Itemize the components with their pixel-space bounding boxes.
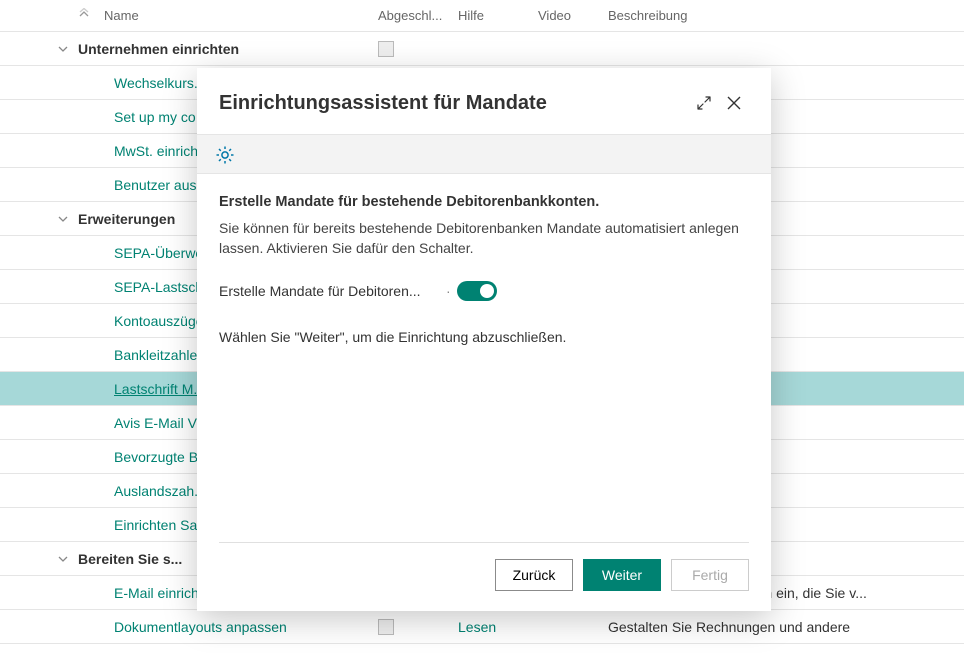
table-row[interactable]: Dokumentlayouts anpassen Lesen Gestalten S… [0, 610, 964, 644]
row-link[interactable]: Einrichten Sa... [114, 517, 209, 533]
next-button[interactable]: Weiter [583, 559, 661, 591]
help-link[interactable]: Lesen [458, 619, 538, 635]
group-row[interactable]: Unternehmen einrichten [0, 32, 964, 66]
row-description: Gestalten Sie Rechnungen und andere [608, 619, 964, 635]
setup-wizard-modal: Einrichtungsassistent für Mandate Erstel… [197, 68, 771, 611]
table-header-row: Name Abgeschl... Hilfe Video Beschreibun… [0, 0, 964, 32]
finish-button: Fertig [671, 559, 749, 591]
completed-checkbox[interactable] [378, 41, 394, 57]
group-label: Unternehmen einrichten [78, 41, 378, 57]
sort-icon[interactable] [78, 8, 90, 23]
row-link[interactable]: Wechselkurs... [114, 75, 206, 91]
close-icon[interactable] [719, 88, 749, 118]
row-link[interactable]: Dokumentlayouts anpassen [114, 619, 287, 635]
modal-description: Sie können für bereits bestehende Debito… [219, 218, 749, 259]
modal-title: Einrichtungsassistent für Mandate [219, 92, 689, 115]
expand-icon[interactable] [689, 88, 719, 118]
modal-toolbar [197, 134, 771, 174]
row-link[interactable]: Set up my co... [114, 109, 207, 125]
row-link[interactable]: Auslandszah... [114, 483, 206, 499]
row-link[interactable]: Bankleitzahle... [114, 347, 209, 363]
modal-subtitle: Erstelle Mandate für bestehende Debitore… [219, 194, 749, 210]
create-mandates-toggle[interactable] [457, 281, 497, 301]
modal-body: Erstelle Mandate für bestehende Debitore… [197, 174, 771, 542]
back-button[interactable]: Zurück [495, 559, 573, 591]
modal-footer: Zurück Weiter Fertig [219, 542, 749, 611]
col-header-hilfe[interactable]: Hilfe [458, 8, 538, 23]
col-header-name[interactable]: Name [78, 8, 378, 23]
row-link[interactable]: MwSt. einrich... [114, 143, 210, 159]
chevron-down-icon[interactable] [0, 554, 78, 564]
row-link[interactable]: Bevorzugte B... [114, 449, 210, 465]
row-link[interactable]: Lastschrift M... [114, 381, 205, 397]
modal-next-hint: Wählen Sie "Weiter", um die Einrichtung … [219, 329, 749, 345]
col-header-beschreibung[interactable]: Beschreibung [608, 8, 964, 23]
row-link[interactable]: Avis E-Mail V... [114, 415, 207, 431]
toggle-label: Erstelle Mandate für Debitoren... [219, 283, 444, 299]
chevron-down-icon[interactable] [0, 214, 78, 224]
row-link[interactable]: Benutzer aus... [114, 177, 208, 193]
completed-checkbox[interactable] [378, 619, 394, 635]
chevron-down-icon[interactable] [0, 44, 78, 54]
col-header-video[interactable]: Video [538, 8, 608, 23]
toggle-separator: · [444, 283, 451, 299]
col-header-abgeschlossen[interactable]: Abgeschl... [378, 8, 458, 23]
gear-icon[interactable] [215, 145, 235, 168]
toggle-row: Erstelle Mandate für Debitoren... · [219, 281, 749, 301]
modal-header: Einrichtungsassistent für Mandate [197, 68, 771, 134]
